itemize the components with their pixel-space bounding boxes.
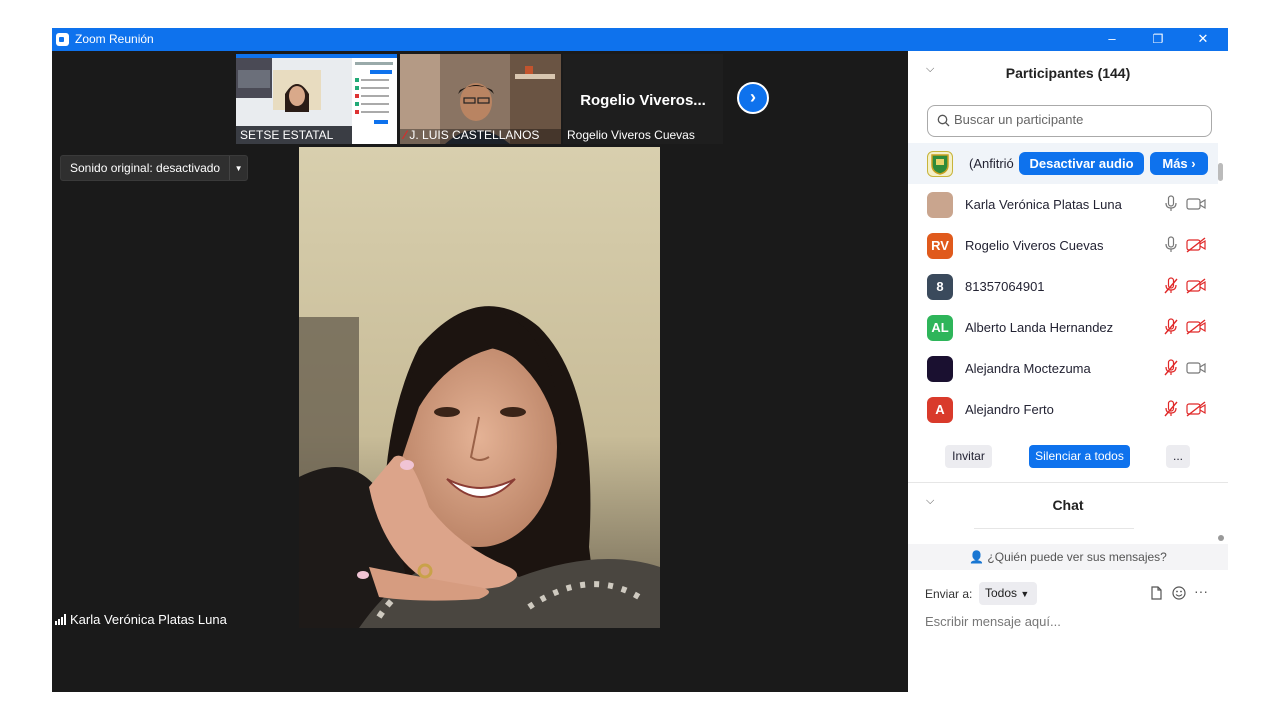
minimize-button[interactable]: –: [1089, 28, 1135, 51]
chat-header: ⌵ Chat: [908, 483, 1228, 523]
close-button[interactable]: ✕: [1180, 28, 1226, 51]
microphone-icon: [1165, 236, 1177, 252]
participant-name: Alberto Landa Hernandez: [965, 320, 1114, 335]
restore-button[interactable]: ❐: [1135, 28, 1181, 51]
mute-all-button[interactable]: Silenciar a todos: [1029, 445, 1130, 468]
zoom-app-icon: [56, 33, 69, 46]
chevron-right-icon: ›: [1191, 156, 1196, 171]
shield-logo-icon: [931, 154, 949, 175]
microphone-muted-icon: [1164, 318, 1178, 335]
search-input[interactable]: [954, 112, 1204, 127]
participant-list-scrollbar[interactable]: [1218, 163, 1223, 181]
mic-muted-icon: ⁄: [404, 128, 407, 142]
avatar: [927, 356, 953, 382]
who-can-see-banner[interactable]: 👤 ¿Quién puede ver sus mensajes?: [908, 544, 1228, 570]
thumbnail-display-name: Rogelio Viveros...: [580, 92, 706, 109]
more-button[interactable]: Más ›: [1150, 152, 1208, 175]
next-page-button[interactable]: ›: [737, 82, 769, 114]
thumbnail-label: Rogelio Viveros Cuevas: [567, 128, 695, 142]
thumbnail-j-luis-castellanos[interactable]: ⁄ J. LUIS CASTELLANOS: [400, 54, 561, 144]
emoji-icon[interactable]: [1171, 585, 1187, 601]
active-speaker-video: [299, 147, 660, 628]
thumbnail-strip: SETSE ESTATAL ⁄ J. LUIS CASTELLANOS Roge…: [52, 51, 908, 146]
avatar: 8: [927, 274, 953, 300]
chevron-down-icon: ▼: [1020, 589, 1030, 599]
thumbnail-setse-estatal[interactable]: SETSE ESTATAL: [236, 54, 397, 144]
mute-audio-button[interactable]: Desactivar audio: [1019, 152, 1144, 175]
chat-message-input[interactable]: [925, 614, 1215, 629]
participant-row[interactable]: RV Rogelio Viveros Cuevas: [908, 225, 1218, 266]
send-to-dropdown[interactable]: Todos ▼: [979, 582, 1037, 605]
active-speaker-label: Karla Verónica Platas Luna: [52, 608, 231, 629]
participant-name: 81357064901: [965, 279, 1045, 294]
camera-icon: [1186, 198, 1206, 210]
zoom-window: Zoom Reunión – ❐ ✕ SETSE ESTATAL ⁄ J. LU…: [52, 28, 1228, 692]
participant-row[interactable]: A Alejandro Ferto: [908, 389, 1218, 430]
participant-search[interactable]: [927, 105, 1212, 137]
participant-row[interactable]: Alejandra Moctezuma: [908, 348, 1218, 389]
participant-name: Karla Verónica Platas Luna: [965, 197, 1122, 212]
side-panel: ⌵ Participantes (144) (Anfitrió Desac: [908, 51, 1228, 692]
participant-name: Rogelio Viveros Cuevas: [965, 238, 1104, 253]
camera-off-icon: [1186, 237, 1206, 253]
chat-title: Chat: [1052, 497, 1084, 513]
camera-off-icon: [1186, 278, 1206, 294]
more-tools-icon[interactable]: ···: [1194, 583, 1208, 599]
chat-divider: [974, 528, 1134, 529]
avatar: AL: [927, 315, 953, 341]
active-speaker-name: Karla Verónica Platas Luna: [70, 612, 227, 627]
camera-off-icon: [1186, 401, 1206, 417]
original-sound-button[interactable]: Sonido original: desactivado ▼: [60, 155, 249, 181]
speaker-video-frame: [299, 147, 660, 628]
microphone-muted-icon: [1164, 277, 1178, 294]
participant-row[interactable]: AL Alberto Landa Hernandez: [908, 307, 1218, 348]
camera-icon: [1186, 362, 1206, 374]
microphone-icon: [1165, 195, 1177, 211]
host-avatar: [927, 151, 953, 177]
window-title: Zoom Reunión: [75, 32, 154, 46]
invite-button[interactable]: Invitar: [945, 445, 992, 468]
avatar: RV: [927, 233, 953, 259]
participant-name: Alejandro Ferto: [965, 402, 1054, 417]
search-icon: [937, 114, 950, 127]
chat-scrollbar[interactable]: [1218, 535, 1224, 541]
microphone-muted-icon: [1164, 400, 1178, 417]
participant-row[interactable]: Karla Verónica Platas Luna: [908, 184, 1218, 225]
thumbnail-rogelio-viveros[interactable]: Rogelio Viveros... Rogelio Viveros Cueva…: [563, 54, 723, 144]
original-sound-label: Sonido original: desactivado: [70, 161, 221, 175]
microphone-muted-icon: [1164, 359, 1178, 376]
person-lock-icon: 👤: [969, 550, 985, 564]
chevron-right-icon: ›: [750, 87, 756, 107]
more-options-button[interactable]: ...: [1166, 445, 1190, 468]
caret-down-icon[interactable]: ▼: [229, 156, 247, 180]
signal-strength-icon: [55, 614, 66, 625]
camera-off-icon: [1186, 319, 1206, 335]
thumbnail-label: SETSE ESTATAL: [240, 128, 334, 142]
participant-list: (Anfitrió Desactivar audio Más › Karla V…: [908, 143, 1228, 433]
participants-header: ⌵ Participantes (144): [908, 51, 1228, 91]
host-name: (Anfitrió: [969, 156, 1014, 171]
avatar: A: [927, 397, 953, 423]
video-area: SETSE ESTATAL ⁄ J. LUIS CASTELLANOS Roge…: [52, 51, 908, 692]
participant-row[interactable]: 8 81357064901: [908, 266, 1218, 307]
participant-row-host[interactable]: (Anfitrió Desactivar audio Más ›: [908, 143, 1218, 184]
avatar: [927, 192, 953, 218]
participants-title: Participantes (144): [1005, 65, 1131, 81]
file-icon[interactable]: [1148, 585, 1164, 601]
thumbnail-label: ⁄ J. LUIS CASTELLANOS: [404, 128, 540, 142]
send-to-label: Enviar a:: [925, 587, 973, 601]
participant-name: Alejandra Moctezuma: [965, 361, 1091, 376]
title-bar: Zoom Reunión – ❐ ✕: [52, 28, 1228, 51]
